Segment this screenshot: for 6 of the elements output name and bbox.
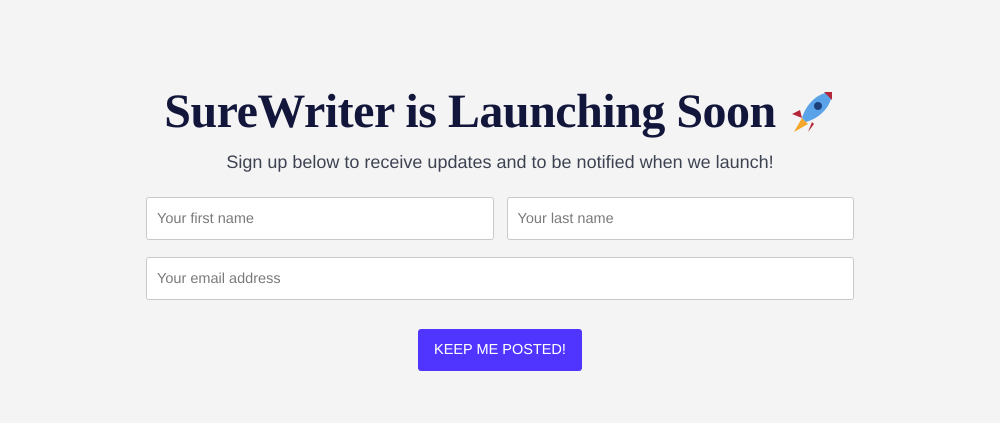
text-field[interactable]: Your first name xyxy=(146,197,494,240)
page-title: SureWriter is Launching Soon xyxy=(164,84,776,140)
submit-button[interactable]: KEEP ME POSTED! xyxy=(418,329,582,371)
subtitle: Sign up below to receive updates and to be notified when we launch! xyxy=(226,152,774,173)
text-field[interactable]: Your email address xyxy=(146,257,854,300)
text-field[interactable]: Your last name xyxy=(506,197,854,240)
